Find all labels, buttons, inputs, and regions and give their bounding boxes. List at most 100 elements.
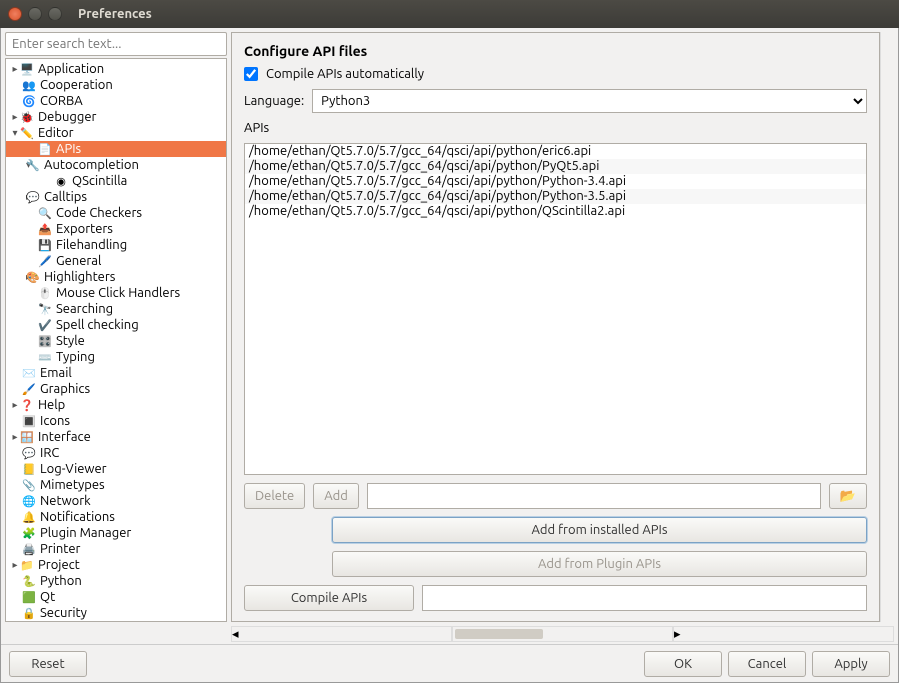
tree-item-icon: 🖌️ bbox=[22, 382, 36, 396]
tree-item-icon: 💬 bbox=[26, 190, 40, 204]
tree-item-label: Icons bbox=[40, 414, 70, 428]
right-scrollbar[interactable] bbox=[880, 32, 894, 622]
tree-item-icon: 🐞 bbox=[20, 110, 34, 124]
cancel-button[interactable]: Cancel bbox=[728, 651, 806, 677]
tree-item-icon: 🪟 bbox=[20, 430, 34, 444]
tree-item[interactable]: ▸🐞Debugger bbox=[6, 109, 226, 125]
add-from-installed-button[interactable]: Add from installed APIs bbox=[332, 517, 867, 543]
tree-item[interactable]: 🖱️Mouse Click Handlers bbox=[6, 285, 226, 301]
tree-item[interactable]: ✔️Spell checking bbox=[6, 317, 226, 333]
tree-item-icon: 📤 bbox=[38, 222, 52, 236]
tree-item[interactable]: ▸🪟Interface bbox=[6, 429, 226, 445]
api-file-row[interactable]: /home/ethan/Qt5.7.0/5.7/gcc_64/qsci/api/… bbox=[245, 159, 866, 174]
tree-item[interactable]: 📒Log-Viewer bbox=[6, 461, 226, 477]
compile-apis-button[interactable]: Compile APIs bbox=[244, 585, 414, 611]
reset-button[interactable]: Reset bbox=[9, 651, 87, 677]
scroll-left-icon[interactable]: ◂ bbox=[231, 626, 452, 642]
tree-item[interactable]: 🟩Qt bbox=[6, 589, 226, 605]
expand-arrow-icon[interactable]: ▸ bbox=[8, 399, 20, 411]
tree-item-label: Application bbox=[38, 62, 104, 76]
api-file-row[interactable]: /home/ethan/Qt5.7.0/5.7/gcc_64/qsci/api/… bbox=[245, 144, 866, 159]
tree-item[interactable]: ◉QScintilla bbox=[6, 173, 226, 189]
tree-item-icon: 🐍 bbox=[22, 574, 36, 588]
search-input[interactable] bbox=[5, 32, 227, 56]
expand-arrow-icon[interactable]: ▸ bbox=[8, 431, 20, 443]
tree-item[interactable]: 🔭Searching bbox=[6, 301, 226, 317]
compile-auto-label: Compile APIs automatically bbox=[266, 67, 424, 81]
tree-item-label: Cooperation bbox=[40, 78, 113, 92]
tree-item[interactable]: 🔍Code Checkers bbox=[6, 205, 226, 221]
tree-item[interactable]: 🎛️Style bbox=[6, 333, 226, 349]
tree-item[interactable]: 💾Filehandling bbox=[6, 237, 226, 253]
tree-item[interactable]: 🔔Notifications bbox=[6, 509, 226, 525]
tree-item[interactable]: 👥Cooperation bbox=[6, 77, 226, 93]
horizontal-scrollbar[interactable]: ◂ ▸ bbox=[231, 626, 894, 642]
expand-arrow-icon[interactable]: ▸ bbox=[8, 559, 20, 571]
expand-arrow-icon[interactable]: ▸ bbox=[8, 111, 20, 123]
tree-item[interactable]: 📄APIs bbox=[6, 141, 226, 157]
tree-item-label: Exporters bbox=[56, 222, 113, 236]
expand-arrow-icon[interactable]: ▸ bbox=[8, 191, 26, 203]
tree-item[interactable]: ▾✏️Editor bbox=[6, 125, 226, 141]
compile-auto-checkbox[interactable] bbox=[244, 67, 258, 81]
expand-arrow-icon[interactable]: ▸ bbox=[8, 271, 26, 283]
close-icon[interactable] bbox=[8, 7, 22, 21]
tree-item-label: Log-Viewer bbox=[40, 462, 107, 476]
tree-item[interactable]: ▸📁Project bbox=[6, 557, 226, 573]
tree-item[interactable]: 🖨️Printer bbox=[6, 541, 226, 557]
folder-open-icon: 📂 bbox=[840, 489, 856, 503]
add-button[interactable]: Add bbox=[313, 483, 359, 509]
tree-item-icon: 🌀 bbox=[22, 94, 36, 108]
language-select[interactable]: Python3 bbox=[312, 89, 867, 113]
tree-item[interactable]: 🌀CORBA bbox=[6, 93, 226, 109]
tree-item-icon: ❓ bbox=[20, 398, 34, 412]
api-path-input[interactable] bbox=[367, 483, 821, 509]
api-file-row[interactable]: /home/ethan/Qt5.7.0/5.7/gcc_64/qsci/api/… bbox=[245, 189, 866, 204]
tree-item[interactable]: ⌨️Typing bbox=[6, 349, 226, 365]
tree-item[interactable]: 🖌️Graphics bbox=[6, 381, 226, 397]
minimize-icon[interactable] bbox=[28, 7, 42, 21]
page-title: Configure API files bbox=[244, 43, 867, 59]
window-title: Preferences bbox=[78, 7, 152, 21]
preferences-tree[interactable]: ▸🖥️Application👥Cooperation🌀CORBA▸🐞Debugg… bbox=[5, 58, 227, 622]
tree-item[interactable]: 🔒Security bbox=[6, 605, 226, 621]
tree-item[interactable]: 🔳Icons bbox=[6, 413, 226, 429]
tree-item[interactable]: ▸💬 Calltips bbox=[6, 189, 226, 205]
tree-item-icon: ✉️ bbox=[22, 366, 36, 380]
tree-item[interactable]: 💻Shell bbox=[6, 621, 226, 622]
tree-item-label: Mimetypes bbox=[40, 478, 105, 492]
tree-item[interactable]: 🐍Python bbox=[6, 573, 226, 589]
tree-item[interactable]: ▸🖥️Application bbox=[6, 61, 226, 77]
tree-item[interactable]: 🖊️General bbox=[6, 253, 226, 269]
tree-item-icon: 🟩 bbox=[22, 590, 36, 604]
tree-item-icon: ◉ bbox=[54, 174, 68, 188]
tree-item[interactable]: 🌐Network bbox=[6, 493, 226, 509]
tree-item[interactable]: ▸🎨Highlighters bbox=[6, 269, 226, 285]
browse-button[interactable]: 📂 bbox=[829, 483, 867, 509]
api-file-row[interactable]: /home/ethan/Qt5.7.0/5.7/gcc_64/qsci/api/… bbox=[245, 204, 866, 219]
api-file-row[interactable]: /home/ethan/Qt5.7.0/5.7/gcc_64/qsci/api/… bbox=[245, 174, 866, 189]
tree-item-icon: ⌨️ bbox=[38, 350, 52, 364]
expand-arrow-icon[interactable]: ▾ bbox=[8, 159, 26, 171]
add-from-plugin-button[interactable]: Add from Plugin APIs bbox=[332, 551, 867, 577]
tree-item[interactable]: 🧩Plugin Manager bbox=[6, 525, 226, 541]
expand-arrow-icon[interactable]: ▾ bbox=[8, 127, 20, 139]
tree-item[interactable]: ✉️Email bbox=[6, 365, 226, 381]
apply-button[interactable]: Apply bbox=[812, 651, 890, 677]
ok-button[interactable]: OK bbox=[644, 651, 722, 677]
tree-item-label: Code Checkers bbox=[56, 206, 142, 220]
api-files-list[interactable]: /home/ethan/Qt5.7.0/5.7/gcc_64/qsci/api/… bbox=[244, 143, 867, 475]
tree-item-label: Style bbox=[56, 334, 85, 348]
scroll-right-icon[interactable]: ▸ bbox=[673, 626, 894, 642]
tree-item[interactable]: ▾🔧Autocompletion bbox=[6, 157, 226, 173]
tree-item-label: Network bbox=[40, 494, 91, 508]
expand-arrow-icon[interactable]: ▸ bbox=[8, 63, 20, 75]
tree-item[interactable]: 💬IRC bbox=[6, 445, 226, 461]
tree-item[interactable]: 📤 Exporters bbox=[6, 221, 226, 237]
delete-button[interactable]: Delete bbox=[244, 483, 305, 509]
tree-item[interactable]: ▸❓Help bbox=[6, 397, 226, 413]
maximize-icon[interactable] bbox=[48, 7, 62, 21]
tree-item-label: Calltips bbox=[44, 190, 87, 204]
tree-item-icon: 🖊️ bbox=[38, 254, 52, 268]
tree-item[interactable]: 📎Mimetypes bbox=[6, 477, 226, 493]
